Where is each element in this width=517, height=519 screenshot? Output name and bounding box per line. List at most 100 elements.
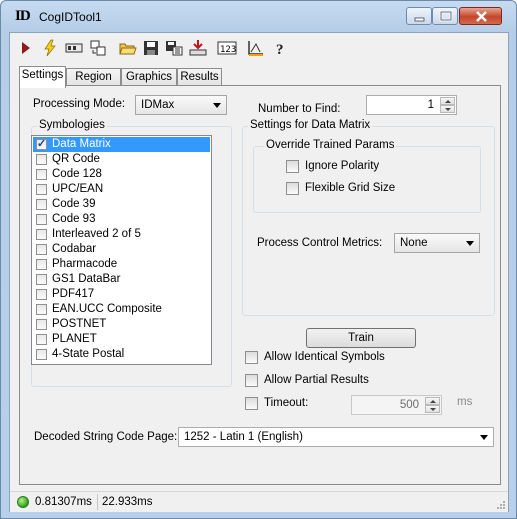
checkbox[interactable] — [286, 160, 299, 173]
status-bar: 0.81307ms 22.933ms — [10, 491, 508, 512]
symbologies-list[interactable]: Data Matrix QR Code Code 128 UPC/EAN Cod… — [31, 135, 212, 365]
spin-down-icon[interactable] — [440, 105, 455, 113]
list-item[interactable]: Code 128 — [33, 167, 210, 182]
train-button-label: Train — [348, 332, 374, 344]
settings-panel: Processing Mode: IDMax Number to Find: 1… — [19, 85, 501, 485]
list-item[interactable]: Data Matrix — [33, 137, 210, 152]
checkbox[interactable] — [36, 199, 47, 210]
spin-buttons[interactable] — [425, 397, 440, 413]
trigger-icon[interactable] — [40, 39, 60, 57]
checkbox[interactable] — [36, 289, 47, 300]
checkbox[interactable] — [36, 274, 47, 285]
code-page-label: Decoded String Code Page: — [34, 431, 178, 443]
checkbox[interactable] — [36, 334, 47, 345]
processing-mode-value: IDMax — [141, 99, 175, 111]
tab-region[interactable]: Region — [66, 68, 121, 86]
status-divider — [97, 494, 98, 510]
run-icon[interactable] — [16, 39, 36, 57]
checkbox[interactable] — [245, 397, 258, 410]
override-group: Override Trained Params Ignore Polarity … — [253, 139, 481, 213]
app-window: ID CogIDTool1 123 ? Settings Region Grap… — [0, 0, 517, 519]
timeout-stepper[interactable]: 500 — [351, 395, 442, 415]
checkbox[interactable] — [36, 154, 47, 165]
code-page-select[interactable]: 1252 - Latin 1 (English) — [178, 427, 494, 447]
client-area: 123 ? Settings Region Graphics Results P… — [9, 32, 509, 512]
number-to-find-stepper[interactable]: 1 — [366, 95, 457, 115]
checkbox[interactable] — [36, 169, 47, 180]
import-icon[interactable] — [188, 39, 208, 57]
checkbox[interactable] — [36, 259, 47, 270]
checkbox[interactable] — [36, 229, 47, 240]
tab-results[interactable]: Results — [177, 68, 222, 86]
processing-mode-select[interactable]: IDMax — [135, 95, 227, 115]
svg-text:123: 123 — [220, 45, 236, 55]
maximize-button[interactable] — [432, 7, 458, 25]
checkbox[interactable] — [36, 137, 47, 150]
list-item-label: UPC/EAN — [52, 183, 104, 195]
list-item-label: PDF417 — [52, 288, 95, 300]
status-time-2: 22.933ms — [102, 496, 153, 508]
layout-icon[interactable] — [88, 39, 108, 57]
spin-down-icon[interactable] — [425, 405, 440, 413]
tab-graphics[interactable]: Graphics — [121, 68, 177, 86]
list-item[interactable]: UPC/EAN — [33, 182, 210, 197]
counter-icon[interactable]: 123 — [217, 39, 237, 57]
list-item[interactable]: PDF417 — [33, 287, 210, 302]
tab-label: Region — [75, 71, 112, 83]
process-metrics-label: Process Control Metrics: — [257, 237, 383, 249]
list-item[interactable]: Code 93 — [33, 212, 210, 227]
checkbox[interactable] — [36, 244, 47, 255]
number-to-find-value: 1 — [427, 99, 434, 111]
spin-buttons[interactable] — [440, 97, 455, 113]
measure-icon[interactable] — [246, 39, 266, 57]
train-button[interactable]: Train — [306, 328, 416, 348]
app-logo-icon: ID — [15, 8, 31, 24]
tab-label: Settings — [21, 69, 64, 81]
setup-icon[interactable] — [64, 39, 84, 57]
process-metrics-select[interactable]: None — [394, 233, 480, 253]
checkbox[interactable] — [36, 214, 47, 225]
checkbox[interactable] — [245, 374, 258, 387]
override-title: Override Trained Params — [264, 139, 397, 151]
list-item[interactable]: PLANET — [33, 332, 210, 347]
list-item[interactable]: Pharmacode — [33, 257, 210, 272]
title-bar[interactable]: ID CogIDTool1 — [1, 1, 516, 31]
maximize-icon — [439, 10, 453, 22]
list-item-label: Codabar — [52, 243, 97, 255]
close-button[interactable] — [459, 7, 502, 25]
help-icon[interactable]: ? — [271, 39, 291, 57]
list-item[interactable]: POSTNET — [33, 317, 210, 332]
checkbox[interactable] — [286, 182, 299, 195]
list-item[interactable]: Code 39 — [33, 197, 210, 212]
spin-up-icon[interactable] — [425, 397, 440, 405]
checkbox[interactable] — [36, 349, 47, 360]
symbologies-group: Symbologies Data Matrix QR Code Code 128… — [31, 119, 232, 387]
checkbox[interactable] — [36, 319, 47, 330]
save-icon[interactable] — [141, 39, 161, 57]
minimize-button[interactable] — [406, 7, 432, 25]
chevron-down-icon — [466, 241, 474, 246]
list-item[interactable]: Codabar — [33, 242, 210, 257]
spin-up-icon[interactable] — [440, 97, 455, 105]
list-item[interactable]: 4-State Postal — [33, 347, 210, 362]
open-icon[interactable] — [118, 39, 138, 57]
list-item[interactable]: GS1 DataBar — [33, 272, 210, 287]
number-to-find-label: Number to Find: — [258, 103, 341, 115]
checkbox[interactable] — [36, 304, 47, 315]
list-item[interactable]: QR Code — [33, 152, 210, 167]
timeout-label: Timeout: — [264, 397, 309, 409]
dm-settings-title: Settings for Data Matrix — [248, 119, 373, 131]
list-item[interactable]: Interleaved 2 of 5 — [33, 227, 210, 242]
list-item-label: GS1 DataBar — [52, 273, 121, 285]
checkbox[interactable] — [36, 184, 47, 195]
close-icon — [476, 11, 487, 22]
list-item-label: Pharmacode — [52, 258, 118, 270]
checkbox[interactable] — [245, 351, 258, 364]
list-item[interactable]: EAN.UCC Composite — [33, 302, 210, 317]
symbologies-title: Symbologies — [37, 119, 107, 131]
minimize-icon — [414, 17, 425, 22]
save-settings-icon[interactable] — [164, 39, 184, 57]
tab-settings[interactable]: Settings — [19, 66, 66, 88]
list-item-label: PLANET — [52, 333, 97, 345]
resize-grip-icon[interactable] — [496, 500, 506, 510]
